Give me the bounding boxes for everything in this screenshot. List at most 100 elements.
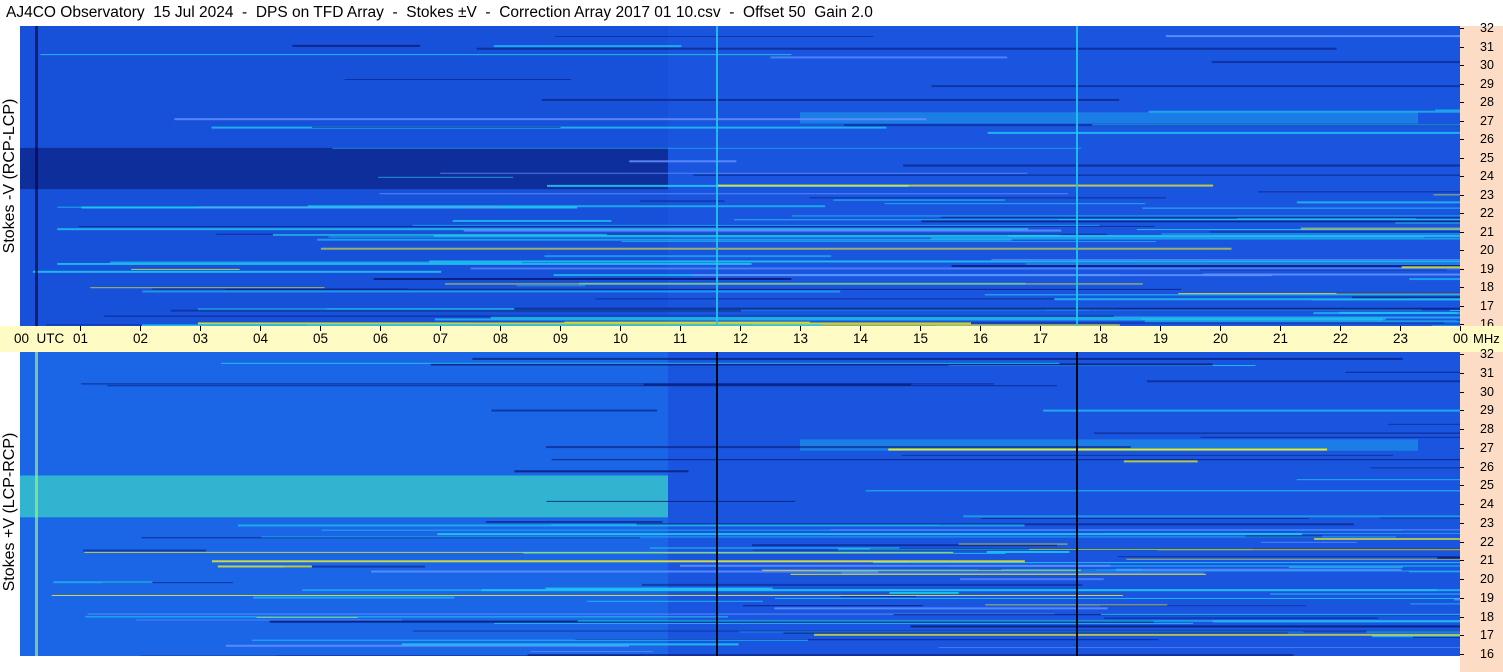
time-tick-label: 00 [1453, 331, 1469, 346]
freq-tick-label: 24 [1480, 497, 1494, 511]
freq-tick-label: 19 [1480, 590, 1494, 605]
freq-tick [1460, 213, 1464, 214]
interference-line [814, 633, 1460, 636]
freq-tick-label: 18 [1480, 280, 1494, 294]
interference-line [903, 164, 1460, 167]
interference-line [752, 549, 1460, 551]
freq-tick-label: 28 [1480, 422, 1494, 436]
freq-tick [1460, 194, 1464, 196]
interference-line [83, 549, 207, 552]
time-tick-label: 17 [1033, 331, 1049, 346]
time-tick-label: 09 [553, 331, 569, 346]
vertical-line-1 [1076, 26, 1078, 326]
interference-line [485, 520, 663, 523]
interference-line [931, 85, 1460, 88]
interference-line [1395, 222, 1460, 224]
interference-line [1104, 617, 1379, 619]
interference-line [373, 278, 792, 281]
interference-line [1296, 201, 1460, 204]
freq-tick [1460, 372, 1464, 374]
time-tick-label: 03 [193, 331, 209, 346]
interference-line [921, 220, 1460, 223]
interference-line [901, 454, 1394, 456]
freq-tick-label: 26 [1480, 132, 1494, 146]
top-frequency-axis: 32 31 30 29 28 27 26 25 24 23 22 21 20 19 18 17 16 [1460, 21, 1503, 331]
freq-tick [1460, 447, 1464, 449]
freq-tick [1460, 635, 1464, 637]
interference-line [377, 176, 514, 178]
interference-line [1117, 556, 1460, 558]
freq-tick-label: 18 [1480, 609, 1494, 624]
freq-tick [1460, 391, 1464, 393]
interference-line [1433, 194, 1460, 196]
time-tick-label: 16 [973, 331, 989, 346]
interference-line [237, 524, 1025, 527]
freq-tick-label: 23 [1480, 515, 1494, 530]
interference-line [680, 564, 1111, 567]
interference-line [1115, 568, 1402, 571]
interference-line [197, 322, 971, 325]
interference-line [1025, 263, 1460, 265]
interference-line [141, 537, 641, 539]
interference-line [641, 583, 1083, 586]
freq-tick-label: 24 [1480, 169, 1494, 183]
title-bar: AJ4CO Observatory 15 Jul 2024 - DPS on T… [0, 0, 1460, 26]
freq-tick [1460, 28, 1464, 29]
interference-line [53, 581, 153, 584]
interference-line [1435, 109, 1460, 111]
interference-line [51, 594, 1123, 596]
interference-line [1236, 218, 1416, 220]
interference-line [261, 536, 1397, 538]
freq-tick-label: 25 [1480, 150, 1494, 165]
interference-line [1209, 231, 1460, 233]
time-tick-label: 06 [373, 331, 389, 346]
freq-tick [1460, 268, 1464, 270]
top-ylabel-container: Stokes -V (RCP-LCP) [0, 26, 20, 326]
interference-line [90, 287, 325, 289]
interference-line [1412, 636, 1460, 638]
freq-tick [1460, 504, 1464, 505]
interference-line [551, 459, 1460, 461]
interference-line [85, 616, 729, 618]
interference-line [1144, 320, 1460, 323]
interference-line [217, 565, 312, 568]
freq-tick-label: 19 [1480, 261, 1494, 276]
time-tick-label: 08 [493, 331, 509, 346]
time-tick-label: 23 [1393, 331, 1409, 346]
interference-line [1388, 423, 1460, 425]
interference-line [1258, 191, 1460, 193]
time-tick-label: 22 [1333, 331, 1349, 346]
interference-line [963, 515, 1460, 518]
interference-line [476, 47, 1337, 50]
interference-line [1161, 233, 1460, 235]
freq-tick-label: 27 [1480, 440, 1494, 455]
interference-line [1148, 110, 1460, 113]
interference-line [1043, 409, 1460, 412]
time-tick-label: 12 [733, 331, 749, 346]
chart-title: AJ4CO Observatory 15 Jul 2024 - DPS on T… [6, 4, 873, 21]
interference-line [1313, 312, 1460, 315]
interference-line [253, 596, 455, 599]
interference-line [1449, 309, 1460, 311]
interference-line [444, 283, 1143, 285]
interference-line [332, 147, 1082, 149]
freq-tick-label: 17 [1480, 628, 1494, 643]
interference-line [516, 285, 586, 287]
interference-line [743, 605, 924, 607]
interference-line [692, 274, 1273, 277]
top-spectrogram [20, 26, 1460, 326]
interference-line [136, 619, 403, 621]
interference-line [174, 118, 927, 121]
interference-line [1093, 432, 1460, 434]
freq-tick [1460, 429, 1464, 430]
interference-line [987, 131, 1460, 134]
time-tick-label: 19 [1153, 331, 1169, 346]
feature-bright-band-0 [20, 475, 668, 518]
freq-tick-label: 32 [1480, 347, 1494, 361]
freq-tick-label: 27 [1480, 113, 1494, 128]
time-tick-label: 14 [853, 331, 869, 346]
interference-line [429, 260, 1460, 263]
freq-tick-label: 32 [1480, 21, 1494, 35]
interference-line [984, 294, 1460, 296]
time-tick-label: 11 [673, 331, 688, 346]
